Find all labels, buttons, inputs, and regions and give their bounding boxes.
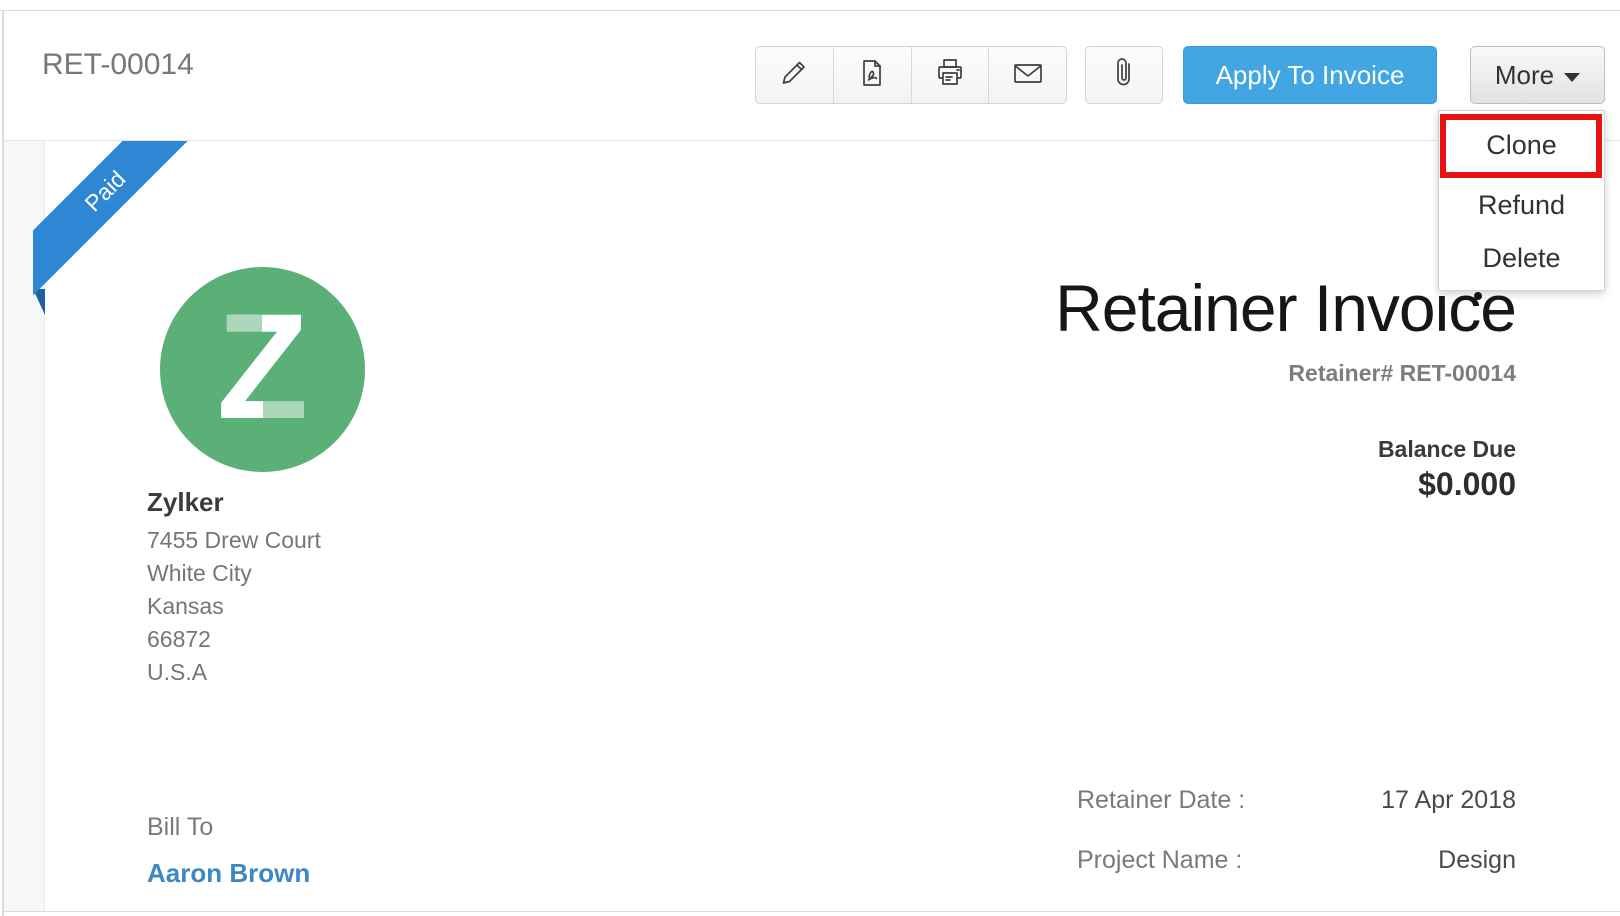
address-line: U.S.A [147,656,321,689]
pdf-button[interactable] [833,47,911,103]
bill-to-label: Bill To [147,813,213,842]
logo-shade-bottom [263,396,329,426]
address-line: 7455 Drew Court [147,524,321,557]
address-line: White City [147,557,321,590]
paid-ribbon: Paid [33,141,213,299]
retainer-date-label: Retainer Date : [1077,786,1245,815]
company-address: 7455 Drew Court White City Kansas 66872 … [147,524,321,689]
retainer-invoice-screen: RET-00014 [0,0,1620,916]
bottom-border [4,911,1620,912]
apply-to-invoice-button[interactable]: Apply To Invoice [1183,46,1437,104]
pencil-icon [778,57,810,94]
printer-icon [933,56,967,95]
toolbar-icon-group [755,46,1067,104]
paid-ribbon-label: Paid [79,165,131,217]
menu-item-delete[interactable]: Delete [1439,232,1604,285]
envelope-icon [1010,57,1046,94]
bill-to-customer-link[interactable]: Aaron Brown [147,858,310,889]
paperclip-icon [1108,55,1140,96]
chevron-down-icon [1564,73,1580,82]
attachment-button[interactable] [1085,46,1163,104]
address-line: Kansas [147,590,321,623]
more-dropdown-menu: Clone Refund Delete [1438,110,1605,291]
retainer-date-value: 17 Apr 2018 [1381,786,1516,815]
page-title: RET-00014 [42,48,194,82]
retainer-number: Retainer# RET-00014 [1288,360,1516,387]
address-line: 66872 [147,623,321,656]
menu-item-refund[interactable]: Refund [1439,179,1604,232]
print-button[interactable] [911,47,989,103]
pdf-file-icon [856,57,888,94]
project-name-value: Design [1438,846,1516,875]
balance-due-label: Balance Due [1378,436,1516,463]
more-label: More [1495,60,1554,91]
status-ribbon: Paid [33,141,223,331]
email-button[interactable] [988,47,1066,103]
cursor-dot [1474,292,1482,300]
more-button[interactable]: More [1470,46,1605,104]
edit-button[interactable] [756,47,833,103]
top-border [0,10,1620,11]
project-name-label: Project Name : [1077,846,1242,875]
apply-to-invoice-label: Apply To Invoice [1216,60,1405,91]
menu-item-clone[interactable]: Clone [1439,111,1604,179]
balance-due-value: $0.000 [1418,466,1516,503]
company-name: Zylker [147,487,224,518]
